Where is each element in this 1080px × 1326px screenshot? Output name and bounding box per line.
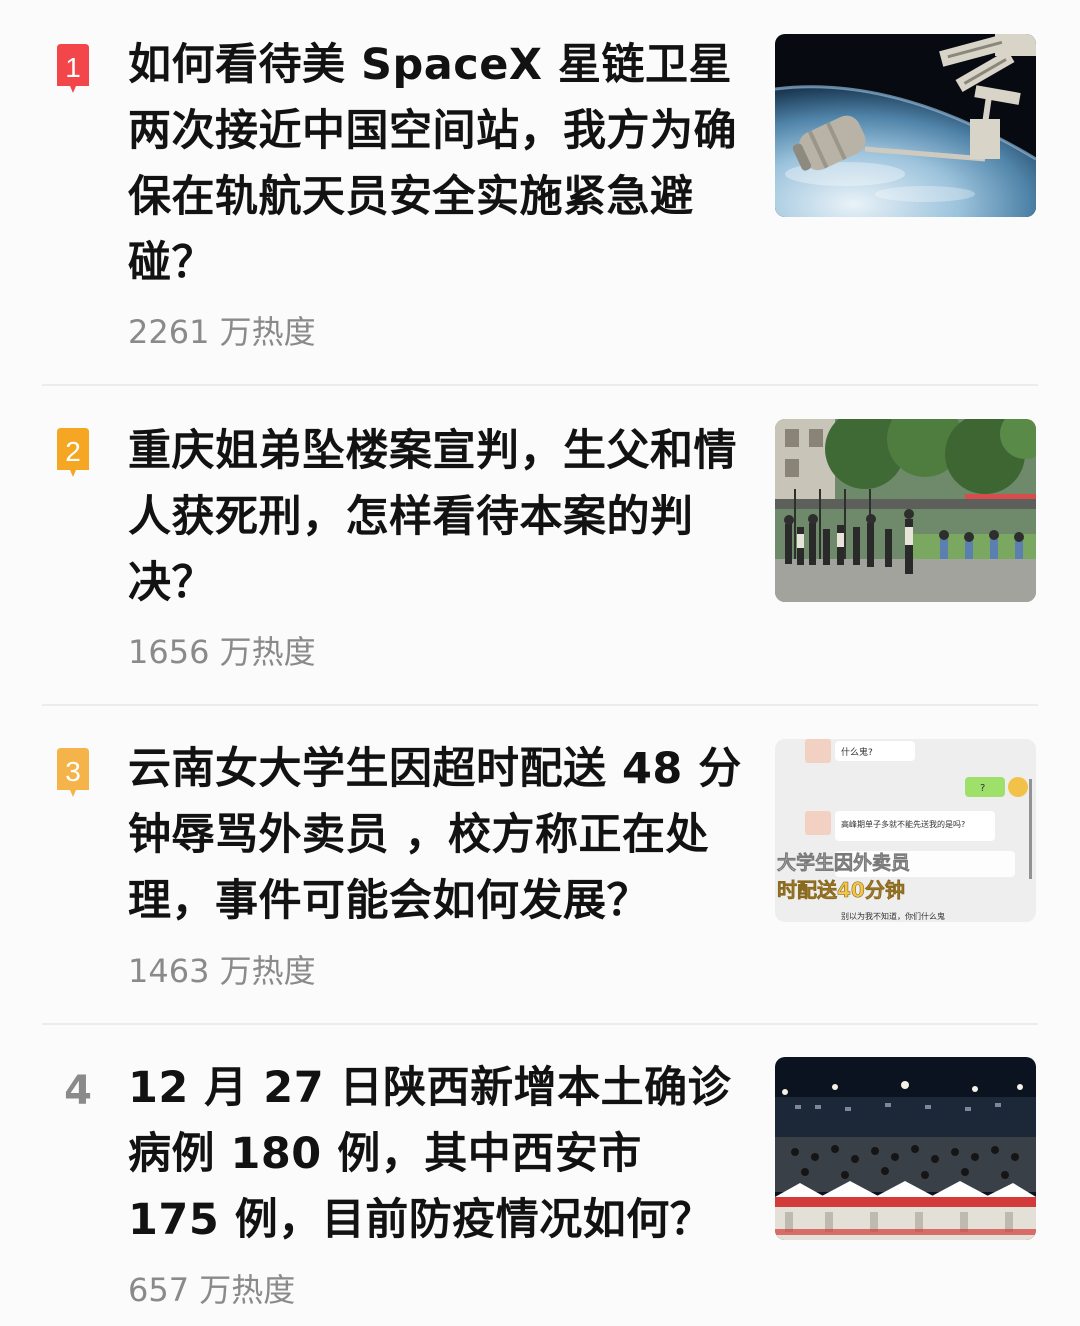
thumbnail[interactable]: 什么鬼? ? 高峰期单子多就不能先送我的是吗? 大学生因外卖员 时配送40分钟 … [775, 739, 1036, 922]
thumbnail[interactable] [775, 419, 1036, 602]
thumbnail[interactable] [775, 1057, 1036, 1240]
night-testing-site-image [775, 1057, 1036, 1240]
list-item[interactable]: 3 云南女大学生因超时配送 48 分钟辱骂外卖员 ，校方称正在处理，事件可能会如… [0, 706, 1080, 1024]
list-item[interactable]: 1 如何看待美 SpaceX 星链卫星两次接近中国空间站，我方为确保在轨航天员安… [0, 0, 1080, 385]
list-item[interactable]: 4 12 月 27 日陕西新增本土确诊病例 180 例，其中西安市 175 例，… [0, 1025, 1080, 1326]
item-title[interactable]: 云南女大学生因超时配送 48 分钟辱骂外卖员 ，校方称正在处理，事件可能会如何发… [128, 736, 744, 934]
chat-text: ? [980, 783, 985, 794]
heat-count: 2261 万热度 [128, 313, 316, 351]
rank-badge: 3 [54, 748, 92, 800]
item-title[interactable]: 12 月 27 日陕西新增本土确诊病例 180 例，其中西安市 175 例，目前… [128, 1055, 744, 1253]
rank-badge: 2 [54, 428, 92, 480]
caption-text: 时配送40分钟 [777, 878, 905, 902]
rank-number: 4 [64, 1068, 92, 1114]
rank-badge: 1 [54, 44, 92, 96]
heat-count: 657 万热度 [128, 1271, 296, 1309]
courthouse-crowd-image [775, 419, 1036, 602]
chat-text: 高峰期单子多就不能先送我的是吗? [841, 819, 965, 829]
list-item[interactable]: 2 重庆姐弟坠楼案宣判，生父和情人获死刑，怎样看待本案的判决？ 1656 万热度 [0, 386, 1080, 704]
heat-count: 1463 万热度 [128, 952, 316, 990]
caption-text: 大学生因外卖员 [777, 851, 910, 874]
rank-number: 3 [65, 756, 81, 787]
rank-number: 1 [65, 52, 81, 83]
space-station-image [775, 34, 1036, 217]
chat-text: 什么鬼? [841, 746, 873, 758]
hot-list: 1 如何看待美 SpaceX 星链卫星两次接近中国空间站，我方为确保在轨航天员安… [0, 0, 1080, 1326]
heat-count: 1656 万热度 [128, 633, 316, 671]
rank-number: 2 [65, 436, 81, 467]
chat-screenshot-image: 什么鬼? ? 高峰期单子多就不能先送我的是吗? 大学生因外卖员 时配送40分钟 … [775, 739, 1036, 922]
chat-text: 别以为我不知道，你们什么鬼 [841, 911, 945, 921]
item-title[interactable]: 重庆姐弟坠楼案宣判，生父和情人获死刑，怎样看待本案的判决？ [128, 418, 744, 616]
thumbnail[interactable] [775, 34, 1036, 217]
item-title[interactable]: 如何看待美 SpaceX 星链卫星两次接近中国空间站，我方为确保在轨航天员安全实… [128, 32, 744, 296]
